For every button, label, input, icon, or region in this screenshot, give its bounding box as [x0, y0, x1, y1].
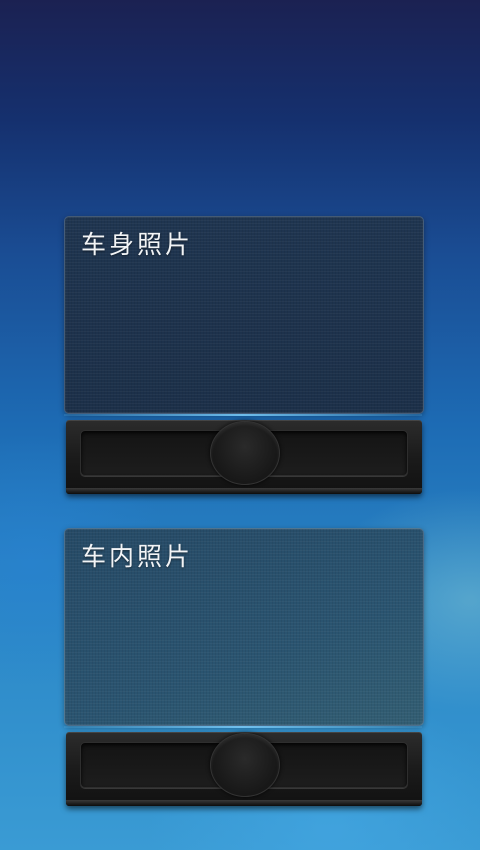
tray-handle[interactable] — [210, 421, 280, 485]
panel-divider — [64, 414, 422, 416]
interior-photo-tray[interactable] — [66, 732, 422, 806]
interior-photo-label: 车内照片 — [81, 542, 194, 571]
tray-handle[interactable] — [210, 733, 280, 797]
panel-divider — [64, 726, 422, 728]
tray-base — [66, 488, 422, 494]
body-photo-label: 车身照片 — [81, 230, 194, 259]
tray-base — [66, 800, 422, 806]
body-photo-tray[interactable] — [66, 420, 422, 494]
interior-photo-panel[interactable]: 车内照片 — [64, 528, 424, 726]
body-photo-panel[interactable]: 车身照片 — [64, 216, 424, 414]
